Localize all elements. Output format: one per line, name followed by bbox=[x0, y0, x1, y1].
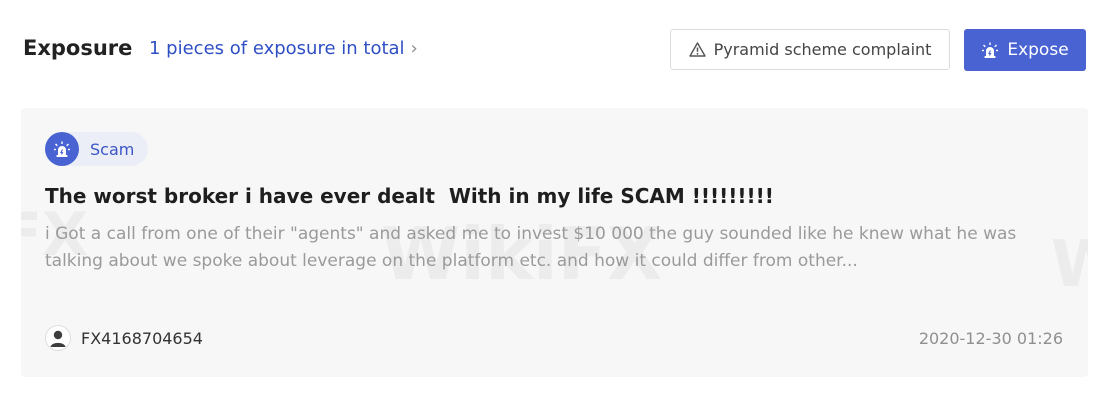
total-exposure-label: 1 pieces of exposure in total bbox=[149, 38, 405, 59]
exposure-card[interactable]: FX WikiFX W Scam The worst broker i have… bbox=[21, 108, 1088, 377]
total-exposure-link[interactable]: 1 pieces of exposure in total › bbox=[149, 38, 418, 59]
expose-button[interactable]: Expose bbox=[964, 29, 1086, 71]
post-title[interactable]: The worst broker i have ever dealt With … bbox=[45, 184, 774, 208]
alarm-light-icon bbox=[45, 132, 79, 166]
user-avatar-icon bbox=[45, 325, 71, 351]
expose-button-label: Expose bbox=[1007, 40, 1069, 60]
chevron-right-icon: › bbox=[410, 38, 418, 59]
pyramid-complaint-button[interactable]: Pyramid scheme complaint bbox=[670, 29, 950, 70]
warning-triangle-icon bbox=[688, 42, 706, 57]
alarm-light-icon bbox=[982, 42, 999, 58]
author-name: FX4168704654 bbox=[81, 328, 203, 348]
exposure-header: Exposure 1 pieces of exposure in total › … bbox=[0, 0, 1107, 100]
post-excerpt: i Got a call from one of their "agents" … bbox=[45, 224, 1017, 271]
watermark-right: W bbox=[1051, 228, 1088, 302]
section-title: Exposure bbox=[23, 36, 133, 60]
scam-tag: Scam bbox=[45, 132, 149, 166]
post-timestamp: 2020-12-30 01:26 bbox=[918, 329, 1063, 348]
complaint-button-label: Pyramid scheme complaint bbox=[713, 40, 932, 59]
tag-label: Scam bbox=[90, 139, 135, 159]
post-author[interactable]: FX4168704654 bbox=[45, 325, 203, 351]
exposure-section: Exposure 1 pieces of exposure in total › … bbox=[0, 0, 1107, 417]
